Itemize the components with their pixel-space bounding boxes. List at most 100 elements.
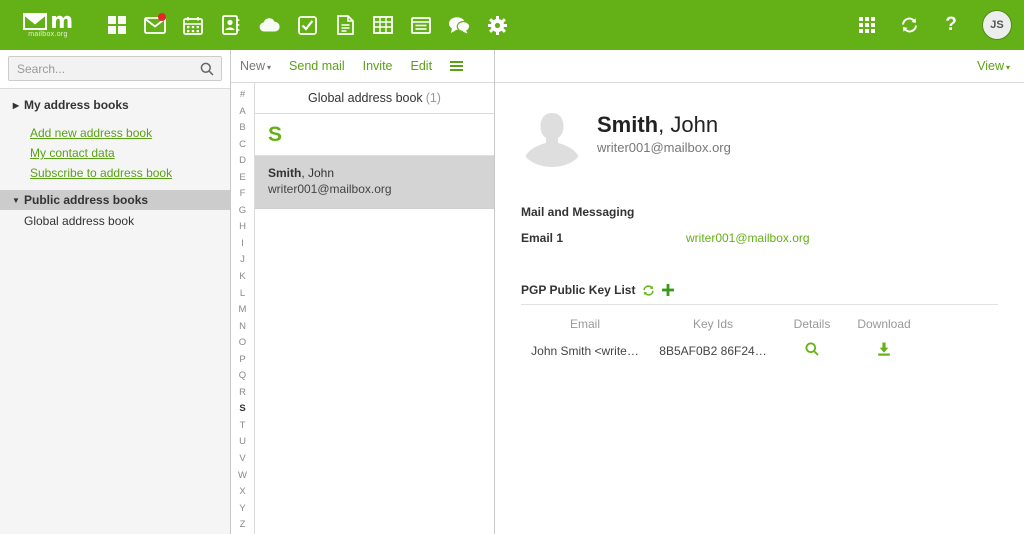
alphabet-letter[interactable]: L (240, 286, 245, 303)
column-header-key-ids: Key Ids (649, 311, 777, 337)
alphabet-letter[interactable]: B (239, 120, 245, 137)
mail-icon[interactable] (136, 0, 174, 50)
search-input[interactable] (9, 57, 221, 80)
column-header-details: Details (777, 311, 847, 337)
top-bar: m mailbox.org (0, 0, 1024, 50)
send-mail-button[interactable]: Send mail (289, 59, 345, 73)
alphabet-letter[interactable]: # (240, 87, 245, 104)
sidebar-folder-label: Public address books (24, 193, 148, 207)
address-book-tree: ▶ My address books Add new address book … (0, 89, 230, 231)
alphabet-letter[interactable]: F (240, 186, 246, 203)
refresh-icon[interactable] (642, 284, 655, 297)
alphabet-letter[interactable]: K (239, 269, 245, 286)
cell-key-email: John Smith <write… (521, 337, 649, 364)
new-dropdown-button[interactable]: New▾ (240, 59, 271, 73)
alphabet-letter[interactable]: W (238, 468, 247, 485)
text-document-icon[interactable] (326, 0, 364, 50)
magnifier-icon[interactable] (805, 342, 819, 356)
plus-icon[interactable] (662, 284, 674, 296)
search-box[interactable] (8, 56, 222, 81)
alphabet-letter[interactable]: P (239, 352, 245, 369)
contact-name: Smith, John (268, 165, 494, 181)
alphabet-letter[interactable]: N (239, 319, 246, 336)
alphabet-letter[interactable]: O (239, 335, 246, 352)
list-item[interactable]: Smith, John writer001@mailbox.org (255, 156, 494, 209)
drive-icon[interactable] (250, 0, 288, 50)
column-header-spacer (921, 311, 998, 337)
user-avatar[interactable]: JS (982, 10, 1012, 40)
search-container (0, 50, 230, 89)
contact-list: Global address book (1) S Smith, John wr… (254, 83, 494, 534)
portal-icon[interactable] (98, 0, 136, 50)
alphabet-letter[interactable]: U (239, 434, 246, 451)
address-book-icon[interactable] (212, 0, 250, 50)
sidebar-folder-my-address-books[interactable]: ▶ My address books (0, 95, 230, 115)
cell-spacer (921, 337, 998, 364)
cell-key-ids: 8B5AF0B2 86F24… (649, 337, 777, 364)
alphabet-letter-active[interactable]: S (239, 401, 245, 418)
mail-unread-badge (158, 13, 166, 21)
invite-button[interactable]: Invite (363, 59, 393, 73)
top-bar-right: ? JS (848, 0, 1012, 50)
link-add-new-address-book[interactable]: Add new address book (30, 126, 230, 140)
sidebar: ▶ My address books Add new address book … (0, 50, 231, 534)
spreadsheet-icon[interactable] (364, 0, 402, 50)
link-subscribe-to-address-book[interactable]: Subscribe to address book (30, 166, 230, 180)
download-icon[interactable] (877, 342, 891, 356)
contact-header: Smith, John writer001@mailbox.org (521, 105, 998, 167)
sidebar-folder-label: My address books (24, 98, 129, 112)
new-label: New (240, 59, 265, 73)
page-title: Smith, John (597, 112, 731, 138)
contact-list-header: Global address book (1) (255, 83, 494, 114)
refresh-icon[interactable] (890, 0, 928, 50)
alphabet-letter[interactable]: V (239, 451, 245, 468)
view-dropdown-button[interactable]: View▾ (977, 59, 1010, 73)
alphabet-letter[interactable]: C (239, 137, 246, 154)
settings-icon[interactable] (478, 0, 516, 50)
hamburger-icon[interactable] (450, 61, 463, 71)
alphabet-letter[interactable]: G (239, 203, 246, 220)
alphabet-letter[interactable]: A (239, 104, 245, 121)
alphabet-letter[interactable]: D (239, 153, 246, 170)
app-icon-bar (98, 0, 516, 50)
alphabet-letter[interactable]: X (239, 484, 245, 501)
edit-button[interactable]: Edit (411, 59, 433, 73)
tasks-icon[interactable] (288, 0, 326, 50)
contact-last-name: Smith (268, 166, 301, 180)
sidebar-folder-public-address-books[interactable]: ▼ Public address books (0, 190, 230, 210)
alphabet-letter[interactable]: Q (239, 368, 246, 385)
column-header-download: Download (847, 311, 921, 337)
alphabet-letter[interactable]: R (239, 385, 246, 402)
contact-identity: Smith, John writer001@mailbox.org (597, 105, 731, 155)
alphabet-letter[interactable]: E (239, 170, 245, 187)
calendar-icon[interactable] (174, 0, 212, 50)
app-root: m mailbox.org (0, 0, 1024, 534)
cell-download (847, 337, 921, 364)
presentation-icon[interactable] (402, 0, 440, 50)
brand-subtitle: mailbox.org (28, 31, 67, 38)
link-my-contact-data[interactable]: My contact data (30, 146, 230, 160)
alphabet-letter[interactable]: M (239, 302, 247, 319)
brand-letter: m (50, 13, 72, 30)
contact-email: writer001@mailbox.org (268, 181, 494, 198)
app-launcher-icon[interactable] (848, 0, 886, 50)
chat-icon[interactable] (440, 0, 478, 50)
alphabet-letter[interactable]: I (241, 236, 244, 253)
sidebar-item-global-address-book[interactable]: Global address book (0, 210, 230, 231)
help-icon[interactable]: ? (932, 0, 970, 50)
main-area: ▶ My address books Add new address book … (0, 50, 1024, 534)
contact-list-count: (1) (426, 91, 441, 105)
alphabet-letter[interactable]: T (240, 418, 246, 435)
contact-first-name: , John (301, 166, 334, 180)
chevron-right-icon[interactable]: ▶ (8, 101, 24, 110)
alphabet-letter[interactable]: J (240, 252, 245, 269)
chevron-down-icon[interactable]: ▼ (8, 196, 24, 205)
brand-logo[interactable]: m mailbox.org (0, 13, 90, 38)
email-link[interactable]: writer001@mailbox.org (686, 231, 810, 245)
detail-content: Smith, John writer001@mailbox.org Mail a… (495, 83, 1024, 364)
alphabet-letter[interactable]: Y (239, 501, 245, 518)
alphabet-letter[interactable]: H (239, 219, 246, 236)
contact-group-letter: S (255, 114, 494, 156)
alphabet-letter[interactable]: Z (240, 517, 246, 534)
field-email-1: Email 1 writer001@mailbox.org (521, 231, 998, 245)
